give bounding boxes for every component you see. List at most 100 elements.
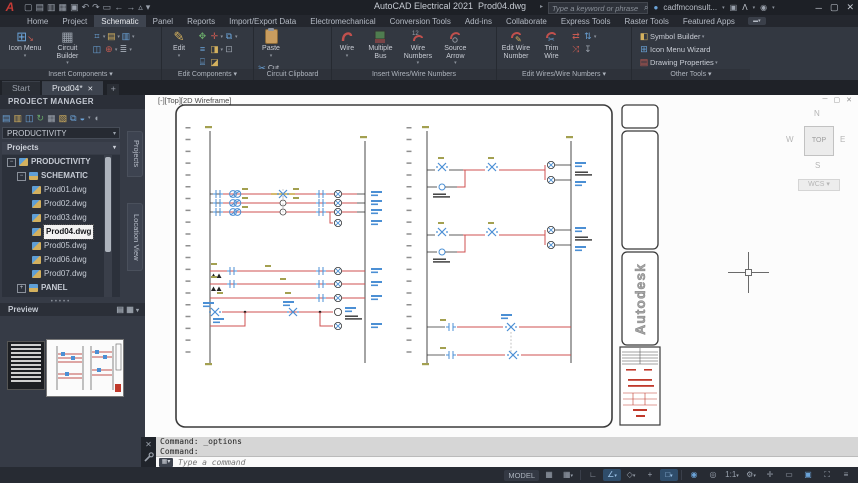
grid-icon[interactable]: ▦	[540, 469, 558, 481]
tree-file-prod06[interactable]: Prod06.dwg	[2, 253, 120, 267]
side-tab-location-view[interactable]: Location View	[127, 203, 143, 271]
wire-button[interactable]: Wire▾	[334, 29, 360, 59]
ribbon-tab-express-tools[interactable]: Express Tools	[554, 15, 618, 27]
tree-file-prod03[interactable]: Prod03.dwg	[2, 211, 120, 225]
restore-icon[interactable]: ▢	[830, 2, 839, 13]
project-task-icon[interactable]: ◫	[25, 113, 34, 124]
open-folder-icon[interactable]: ▤	[36, 1, 45, 14]
graphics-performance-icon[interactable]: ▣	[799, 469, 817, 481]
stretch-wire-icon[interactable]: ↧	[582, 44, 594, 55]
viewcube-east[interactable]: E	[840, 135, 845, 144]
new-project-icon[interactable]: ▤	[2, 113, 11, 124]
paste-button[interactable]: Paste▾	[258, 29, 284, 59]
model-space-button[interactable]: MODEL	[504, 470, 539, 481]
multiple-bus-button[interactable]: Multiple Bus	[364, 29, 396, 60]
isodraft-icon[interactable]: ◇▾	[622, 469, 640, 481]
panel-label-edit-wires[interactable]: Edit Wires/Wire Numbers ▾	[497, 69, 631, 80]
insert-plc-icon[interactable]: ▤	[105, 31, 117, 42]
edit-button[interactable]: ✎ Edit▾	[166, 29, 192, 59]
autodesk-a-icon[interactable]: Λ	[742, 3, 747, 12]
project-settings-icon[interactable]: ▦	[47, 113, 56, 124]
icon-menu-button[interactable]: ⊞↘ Icon Menu▾	[6, 29, 44, 59]
details-icon[interactable]: ◖	[94, 113, 99, 123]
annotation-autoscale-icon[interactable]: ◎	[704, 469, 722, 481]
command-close-icon[interactable]: ✕	[145, 440, 152, 449]
swap-block-icon[interactable]: ◪	[208, 57, 220, 68]
tree-file-prod02[interactable]: Prod02.dwg	[2, 197, 120, 211]
drawing-properties-button[interactable]: ▤ Drawing Properties ▾	[638, 56, 750, 69]
edit-attributes-icon[interactable]: ◨	[208, 44, 220, 55]
tree-node-schematic[interactable]: −SCHEMATIC	[2, 169, 120, 183]
tree-node-panel[interactable]: +PANEL	[2, 281, 120, 295]
viewcube-top-face[interactable]: TOP	[804, 126, 834, 156]
tree-scrollbar[interactable]	[104, 155, 112, 297]
flip-wire-number-icon[interactable]: ⇅	[582, 31, 594, 42]
command-wrench-icon[interactable]	[144, 452, 154, 462]
move-wire-number-icon[interactable]: ⇄	[570, 31, 582, 42]
ribbon-tab-reports[interactable]: Reports	[180, 15, 222, 27]
ribbon-tab-collaborate[interactable]: Collaborate	[499, 15, 554, 27]
refresh-icon[interactable]: ↻	[37, 113, 45, 124]
tree-file-prod01[interactable]: Prod01.dwg	[2, 183, 120, 197]
edit-wire-number-button[interactable]: ✎ Edit Wire Number	[499, 29, 533, 60]
save-as-icon[interactable]: ▦	[59, 1, 68, 14]
close-icon[interactable]: ✕	[846, 2, 854, 13]
ribbon-tab-featured-apps[interactable]: Featured Apps	[676, 15, 742, 27]
project-selector[interactable]: PRODUCTIVITY▾	[2, 127, 120, 139]
search-input[interactable]	[548, 2, 648, 14]
save-icon[interactable]: ▥	[47, 1, 56, 14]
circuit-builder-button[interactable]: ▦ Circuit Builder▾	[48, 29, 86, 66]
panel-label-edit-components[interactable]: Edit Components ▾	[162, 69, 253, 80]
viewcube-south[interactable]: S	[815, 161, 820, 170]
share-icon[interactable]: ▵	[138, 1, 143, 14]
source-arrow-button[interactable]: Source Arrow▾	[439, 29, 471, 66]
tree-file-prod05[interactable]: Prod05.dwg	[2, 239, 120, 253]
panel-label-insert-wires[interactable]: Insert Wires/Wire Numbers	[332, 69, 496, 80]
symbol-builder-button[interactable]: ◧ Symbol Builder ▾	[638, 30, 750, 43]
viewcube-north[interactable]: N	[814, 109, 820, 118]
panel-label-circuit-clipboard[interactable]: Circuit Clipboard	[254, 69, 331, 80]
workspace-gear-icon[interactable]: ⚙▾	[742, 469, 760, 481]
ribbon-tab-conversion-tools[interactable]: Conversion Tools	[383, 15, 458, 27]
command-options-icon[interactable]: ▦▾	[159, 458, 173, 467]
open-project-icon[interactable]: ▥	[14, 113, 23, 124]
move-component-icon[interactable]: ✛	[208, 31, 220, 42]
ortho-icon[interactable]: ∟	[584, 469, 602, 481]
back-icon[interactable]: ←	[114, 1, 123, 14]
isolate-objects-icon[interactable]: ▭	[780, 469, 798, 481]
object-snap-icon[interactable]: □▾	[660, 469, 678, 481]
trim-wire-button[interactable]: ✂ Trim Wire	[537, 29, 565, 60]
help-dropdown-icon[interactable]: ▾	[772, 5, 775, 11]
icon-menu-wizard-button[interactable]: ⊞ Icon Menu Wizard	[638, 43, 750, 56]
project-folder-icon[interactable]: ▧	[59, 113, 68, 124]
new-icon[interactable]: ▢	[24, 1, 33, 14]
tree-file-prod04-selected[interactable]: Prod04.dwg	[2, 225, 120, 239]
side-tab-projects[interactable]: Projects	[127, 131, 143, 177]
annotation-monitor-icon[interactable]: ✛	[761, 469, 779, 481]
polar-tracking-icon[interactable]: ∠▾	[603, 469, 621, 481]
insert-dot-icon[interactable]: ⊕	[103, 44, 115, 55]
panel-label-insert-components[interactable]: Insert Components ▾	[0, 69, 161, 80]
panel-label-other-tools[interactable]: Other Tools ▾	[632, 69, 750, 80]
insert-ladder-icon[interactable]: ≣	[117, 44, 129, 55]
toolbar-dropdown-icon[interactable]: ▾	[88, 115, 91, 121]
new-drawing-tab-icon[interactable]: +	[107, 84, 119, 95]
search-expand-icon[interactable]: ▸	[540, 3, 543, 10]
copy-component-icon[interactable]: ⧉	[223, 31, 235, 42]
ribbon-tab-electromechanical[interactable]: Electromechanical	[303, 15, 382, 27]
insert-connector-icon[interactable]: ▥	[120, 31, 132, 42]
insert-terminal-icon[interactable]: ◫	[91, 44, 103, 55]
projects-header[interactable]: Projects▾	[2, 142, 120, 154]
redo-icon[interactable]: ↷	[92, 1, 100, 14]
tab-prod04[interactable]: Prod04* ✕	[42, 81, 103, 95]
preview-thumbnail-drawing[interactable]	[46, 339, 124, 397]
publish-icon[interactable]: ◒	[80, 113, 85, 123]
toggle-nonc-icon[interactable]: ⌸	[196, 57, 208, 68]
copy-project-icon[interactable]: ⧉	[70, 113, 76, 124]
autocad-logo-icon[interactable]: A	[2, 1, 18, 14]
tab-start[interactable]: Start	[2, 81, 40, 95]
annotation-scale-button[interactable]: 1:1▾	[723, 469, 741, 481]
wire-numbers-button[interactable]: 12 Wire Numbers▾	[401, 29, 435, 66]
ribbon-tab-raster-tools[interactable]: Raster Tools	[618, 15, 676, 27]
signin-user[interactable]: cadfmconsult...	[663, 3, 717, 12]
